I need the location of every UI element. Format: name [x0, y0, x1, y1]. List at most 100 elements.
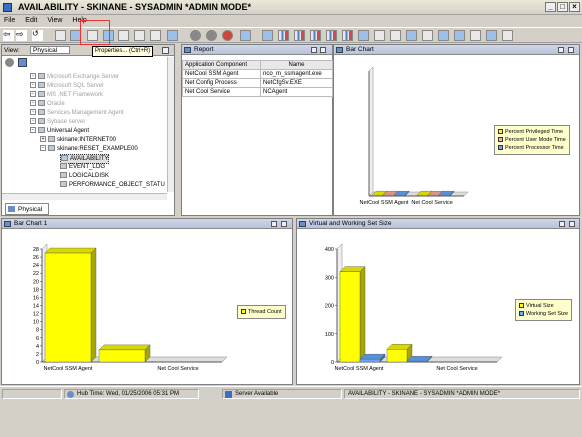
navigator-scrollbar[interactable]: [167, 57, 174, 192]
y-tick-label: 2: [36, 352, 39, 358]
gauge-icon[interactable]: [374, 30, 385, 41]
physical-tab-icon: [8, 206, 15, 212]
stop-red-icon[interactable]: [222, 30, 233, 41]
terminal-icon[interactable]: [422, 30, 433, 41]
refresh-icon[interactable]: ↺: [32, 30, 43, 41]
tree-item-internet[interactable]: + skinane:INTERNET00: [40, 136, 116, 144]
line-chart-icon[interactable]: [310, 30, 321, 41]
highlight-box: [80, 20, 110, 45]
category-label: NetCool SSM Agent: [360, 200, 409, 206]
tree-item-reset-example[interactable]: − skinane:RESET_EXAMPLE00: [40, 145, 138, 153]
minimize-button[interactable]: _: [545, 2, 556, 12]
menu-view[interactable]: View: [47, 17, 62, 24]
tree-item-oracle[interactable]: + Oracle: [30, 100, 65, 108]
maximize-icon[interactable]: [281, 221, 287, 227]
editor-icon[interactable]: [502, 30, 513, 41]
y-tick-label: 4: [36, 344, 39, 350]
copy-icon[interactable]: [134, 30, 145, 41]
stacked-bar-icon[interactable]: [294, 30, 305, 41]
view-label: View:: [4, 47, 20, 54]
take-action-icon[interactable]: [470, 30, 481, 41]
legend-item: Percent Privileged Time: [498, 128, 566, 136]
window-title: AVAILABILITY - SKINANE - SYSADMIN *ADMIN…: [18, 2, 252, 12]
maximize-icon[interactable]: [162, 47, 169, 54]
agent-icon: [38, 127, 45, 134]
navigator-hscrollbar[interactable]: [2, 193, 167, 200]
link-icon[interactable]: [167, 30, 178, 41]
category-label: Net Cool Service: [411, 200, 452, 206]
table-icon[interactable]: [358, 30, 369, 41]
table-row[interactable]: Net Config Process NetCfgSv.EXE: [182, 78, 333, 88]
plot-chart-icon[interactable]: [342, 30, 353, 41]
bar: [382, 194, 395, 197]
browser-icon[interactable]: [438, 30, 449, 41]
pie-chart-icon[interactable]: [326, 30, 337, 41]
maximize-icon[interactable]: [568, 47, 574, 53]
column-header-name[interactable]: Name: [260, 60, 333, 70]
close-button[interactable]: ×: [569, 2, 580, 12]
maximize-icon[interactable]: [320, 47, 326, 53]
bar-top: [44, 247, 97, 254]
tree-item-logicaldisk[interactable]: LOGICALDISK: [60, 172, 109, 180]
edit-icon[interactable]: [240, 30, 251, 41]
refresh-tree-icon[interactable]: [18, 58, 27, 67]
topology-icon[interactable]: [454, 30, 465, 41]
menu-edit[interactable]: Edit: [25, 17, 37, 24]
y-tick-label: 26: [33, 255, 39, 261]
hub-icon: [67, 391, 74, 398]
y-tick-label: 14: [33, 304, 39, 310]
agent-icon: [38, 118, 45, 125]
network-icon[interactable]: [262, 30, 273, 41]
bar: [44, 252, 92, 363]
tree-item-dotnet[interactable]: + MS .NET Framework: [30, 91, 103, 99]
maximize-icon[interactable]: [569, 221, 575, 227]
tree-item-sql[interactable]: + Microsoft SQL Server: [30, 82, 104, 90]
back-arrow-icon[interactable]: ⇦: [3, 30, 14, 41]
legend-item: Thread Count: [241, 308, 282, 316]
tree-item-event-log[interactable]: EVENT_LOG: [60, 163, 105, 171]
attribute-group-icon: [60, 172, 67, 179]
tree-item-sybase[interactable]: + Sybase server: [30, 118, 85, 126]
bar: [98, 349, 146, 363]
notepad-icon[interactable]: [390, 30, 401, 41]
bar: [406, 360, 428, 363]
y-tick-label: 10: [33, 320, 39, 326]
situation-icon[interactable]: [190, 30, 201, 41]
forward-arrow-icon[interactable]: ⇨: [16, 30, 27, 41]
table-row[interactable]: NetCool SSM Agent nco_m_ssmagent.exe: [182, 69, 333, 79]
split-icon[interactable]: [271, 221, 277, 227]
table-row[interactable]: Net Cool Service NCAgent: [182, 87, 333, 97]
agent-icon: [38, 73, 45, 80]
maximize-button[interactable]: □: [557, 2, 568, 12]
column-header-component[interactable]: Application Component: [182, 60, 261, 70]
split-icon[interactable]: [311, 47, 317, 53]
tree-item-performance[interactable]: PERFORMANCE_OBJECT_STATU: [60, 181, 165, 189]
bar-chart-icon[interactable]: [278, 30, 289, 41]
server-icon: [225, 391, 232, 398]
tree-item-universal-agent[interactable]: − Universal Agent: [30, 127, 89, 135]
bar-chart-icon: [4, 221, 11, 227]
print-icon[interactable]: [118, 30, 129, 41]
bar: [393, 194, 406, 197]
split-icon[interactable]: [559, 221, 565, 227]
y-tick-label: 24: [33, 263, 39, 269]
agent-icon: [38, 82, 45, 89]
event-console-icon[interactable]: [406, 30, 417, 41]
paste-icon[interactable]: [150, 30, 161, 41]
menu-file[interactable]: File: [4, 17, 15, 24]
tree-item-services[interactable]: + Services Management Agent: [30, 109, 124, 117]
bar-chart-icon: [299, 221, 306, 227]
status-cell-empty: [2, 389, 62, 399]
link-status-icon[interactable]: [5, 58, 14, 67]
report-header: Report: [182, 45, 332, 55]
chart-wall: [368, 66, 374, 197]
attribute-group-icon: [61, 155, 68, 162]
view-select[interactable]: Physical: [30, 46, 70, 54]
stop-gray-icon[interactable]: [206, 30, 217, 41]
tree-item-exchange[interactable]: + Microsoft Exchange Server: [30, 73, 119, 81]
graphic-view-icon[interactable]: [486, 30, 497, 41]
tab-physical[interactable]: Physical: [5, 203, 49, 215]
split-icon[interactable]: [558, 47, 564, 53]
new-workspace-icon[interactable]: [55, 30, 66, 41]
legend-item: Percent User Mode Time: [498, 136, 566, 144]
